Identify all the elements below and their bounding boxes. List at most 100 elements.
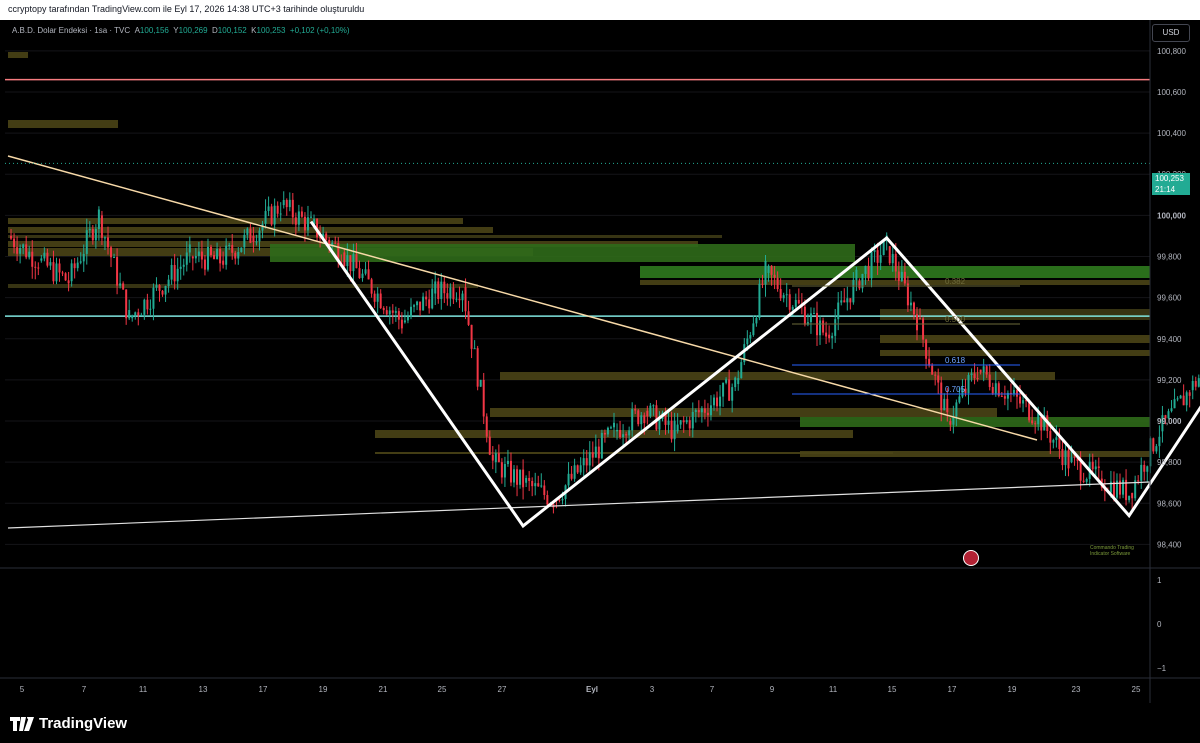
candle-body	[73, 263, 76, 269]
candle-body	[703, 408, 706, 413]
x-tick-label: 5	[20, 685, 25, 694]
candle-body	[600, 432, 603, 459]
candle-body	[119, 283, 122, 286]
candle-body	[364, 269, 367, 274]
candle-body	[270, 206, 273, 225]
candle-body	[88, 229, 91, 231]
candle-body	[937, 375, 940, 383]
candle-body	[264, 210, 267, 224]
footer-bar: TradingView	[0, 703, 1200, 743]
candle-body	[210, 246, 213, 256]
candle-body	[249, 228, 252, 243]
y-tick-label: 100,600	[1157, 88, 1186, 97]
indicator-axis: 1 0 −1	[1157, 576, 1167, 673]
candle-body	[100, 215, 103, 238]
candle-body	[373, 293, 376, 302]
tradingview-logo[interactable]: TradingView	[10, 715, 127, 732]
candle-body	[855, 269, 858, 280]
candle-body	[673, 420, 676, 440]
chart-area[interactable]: 0.382 0.500 0.618 0.705 100,800 100,600 100,40…	[0, 20, 1200, 703]
candle-body	[912, 302, 915, 315]
candle-body	[276, 205, 279, 214]
candle-body	[416, 301, 419, 306]
candle-body	[655, 405, 658, 430]
candle-body	[485, 416, 488, 437]
candle-body	[382, 307, 385, 311]
candle-body	[506, 460, 509, 465]
x-tick-label: 7	[82, 685, 87, 694]
price-zones	[8, 52, 1150, 457]
candle-body	[867, 265, 870, 279]
y-tick-label: 100,000	[1157, 211, 1186, 220]
candle-body	[306, 217, 309, 231]
y-tick-label: 100,800	[1157, 47, 1186, 56]
x-axis: 5 7 11 13 17 19 21 25 27 Eyl 3 7 9 11 15 17 19 23 25	[20, 685, 1141, 694]
candle-body	[988, 374, 991, 387]
candle-body	[158, 285, 161, 291]
candle-body	[573, 465, 576, 479]
candle-body	[849, 298, 852, 303]
close-value: 100,253	[256, 26, 286, 35]
candle-body	[643, 415, 646, 424]
candle-body	[797, 299, 800, 304]
candle-body	[503, 464, 506, 478]
x-tick-label: Eyl	[586, 685, 598, 694]
x-tick-label: 15	[888, 685, 897, 694]
candle-body	[637, 410, 640, 425]
candle-body	[616, 429, 619, 432]
candle-body	[749, 335, 752, 339]
zone-box	[8, 235, 722, 238]
candle-body	[197, 251, 200, 256]
candle-body	[852, 279, 855, 303]
zone-box	[8, 284, 478, 288]
candle-body	[609, 427, 612, 429]
candle-body	[467, 311, 470, 325]
candle-body	[676, 424, 679, 432]
candle-body	[440, 281, 443, 299]
candle-body	[488, 436, 491, 455]
candle-body	[1197, 378, 1200, 387]
candle-body	[770, 265, 773, 275]
candle-body	[388, 310, 391, 315]
candle-body	[682, 420, 685, 423]
currency-button[interactable]: USD	[1152, 24, 1190, 42]
candle-body	[819, 320, 822, 336]
candle-body	[200, 251, 203, 260]
tradingview-logo-icon	[10, 716, 34, 731]
candle-body	[91, 229, 94, 241]
candle-body	[967, 374, 970, 394]
y-tick-label: 99,600	[1157, 294, 1182, 303]
candle-body	[1052, 439, 1055, 443]
candle-body	[85, 230, 88, 254]
candle-body	[719, 396, 722, 407]
candle-body	[519, 469, 522, 485]
us-flag-icon[interactable]	[963, 550, 979, 566]
candle-body	[737, 378, 740, 385]
candle-body	[131, 315, 134, 319]
candle-body	[55, 263, 58, 282]
price-chart[interactable]: 0.382 0.500 0.618 0.705 100,800 100,600 100,40…	[0, 20, 1200, 703]
candle-body	[991, 386, 994, 394]
candle-body	[509, 460, 512, 483]
candle-body	[303, 216, 306, 231]
candle-body	[670, 420, 673, 440]
symbol-source: TVC	[114, 26, 131, 35]
candle-body	[282, 199, 285, 206]
candle-body	[219, 248, 222, 264]
candle-body	[352, 254, 355, 272]
fib-label: 0.500	[945, 315, 966, 324]
candle-body	[34, 266, 37, 268]
candle-body	[1143, 464, 1146, 472]
candle-body	[288, 199, 291, 208]
candle-body	[840, 300, 843, 303]
candle-body	[449, 287, 452, 299]
candle-body	[955, 402, 958, 417]
candle-body	[43, 252, 46, 259]
candle-body	[267, 206, 270, 211]
candle-body	[473, 348, 476, 350]
candle-body	[143, 299, 146, 315]
candle-body	[858, 281, 861, 289]
candle-body	[173, 264, 176, 282]
candle-body	[603, 432, 606, 435]
candle-body	[958, 396, 961, 403]
